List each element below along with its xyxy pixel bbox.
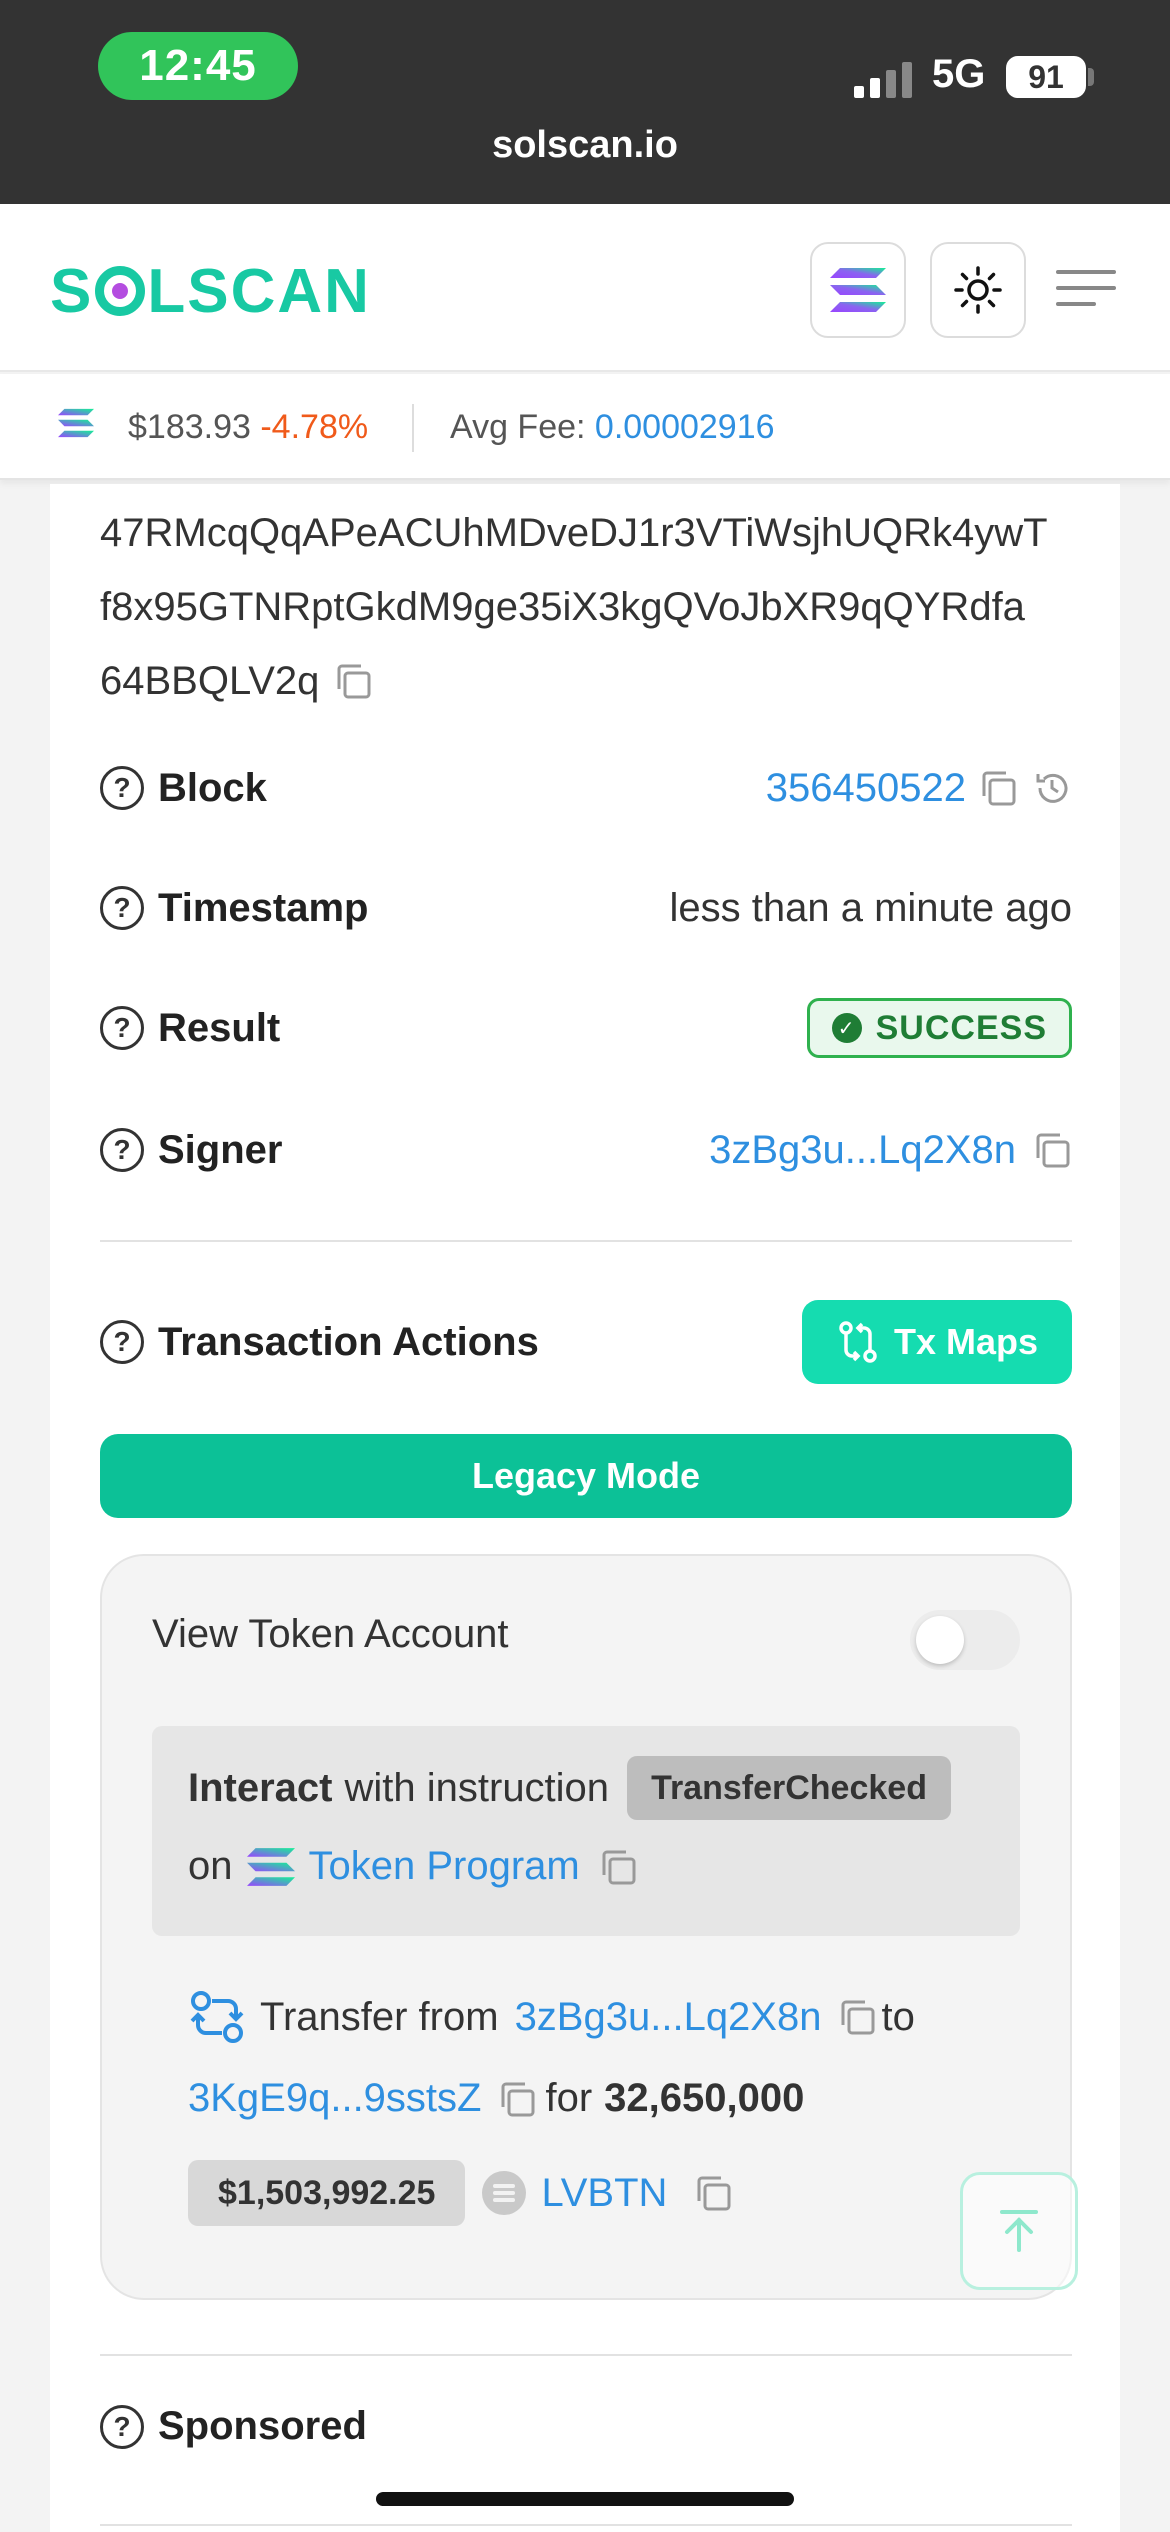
transfer-from-link[interactable]: 3zBg3u...Lq2X8n: [515, 1995, 822, 2040]
token-link[interactable]: LVBTN: [541, 2171, 667, 2216]
history-icon[interactable]: [1032, 768, 1072, 808]
timestamp-label: Timestamp: [158, 885, 369, 930]
copy-icon[interactable]: [837, 1997, 877, 2037]
signal-icon: [854, 62, 918, 98]
price-ticker: $183.93 -4.78% Avg Fee: 0.00002916: [0, 374, 1170, 480]
logo-text-left: S: [50, 257, 94, 326]
divider: [100, 2524, 1072, 2526]
hamburger-menu-icon[interactable]: [1056, 270, 1116, 310]
for-text: for: [545, 2076, 593, 2120]
with-instruction-text: with instruction: [344, 1765, 610, 1810]
transfer-line-2: 3KgE9q...9sstsZ for 32,650,000: [188, 2076, 804, 2121]
token-program-link[interactable]: Token Program: [309, 1844, 580, 1889]
ticker-divider: [412, 404, 414, 452]
status-badge: ✓ SUCCESS: [806, 998, 1072, 1058]
solscan-logo[interactable]: S LSCAN: [50, 256, 371, 327]
tx-maps-icon: [839, 1321, 877, 1363]
signer-link[interactable]: 3zBg3u...Lq2X8n: [709, 1128, 1016, 1173]
tx-maps-button[interactable]: Tx Maps: [802, 1300, 1072, 1384]
to-text: to: [881, 1994, 915, 2039]
status-text: SUCCESS: [875, 1008, 1047, 1047]
sponsored-section: ? Sponsored: [100, 2404, 367, 2449]
transaction-actions-header: ? Transaction Actions Tx Maps: [100, 1300, 1072, 1384]
browser-url[interactable]: solscan.io: [0, 124, 1170, 167]
instruction-badge: TransferChecked: [627, 1756, 951, 1820]
copy-icon[interactable]: [598, 1847, 638, 1887]
network-switch-button[interactable]: [810, 242, 906, 338]
signature-line: 64BBQLV2q: [100, 659, 320, 703]
transfer-amount: 32,650,000: [604, 2076, 805, 2120]
help-icon[interactable]: ?: [100, 1320, 144, 1364]
signer-row: ? Signer 3zBg3u...Lq2X8n: [100, 1120, 1072, 1180]
transaction-actions-title: Transaction Actions: [158, 1319, 539, 1364]
timestamp-row: ? Timestamp less than a minute ago: [100, 878, 1072, 938]
sol-price: $183.93 -4.78%: [128, 408, 368, 447]
usd-value-badge: $1,503,992.25: [188, 2160, 466, 2226]
view-token-account-toggle[interactable]: [910, 1610, 1020, 1670]
site-header: S LSCAN: [0, 204, 1170, 372]
timestamp-value: less than a minute ago: [669, 885, 1072, 930]
block-label: Block: [158, 765, 267, 810]
copy-icon[interactable]: [497, 2079, 537, 2119]
view-token-account-label: View Token Account: [152, 1612, 509, 1656]
copy-icon[interactable]: [1032, 1130, 1072, 1170]
logo-o-icon: [95, 266, 146, 316]
battery-icon: 91: [1006, 56, 1086, 98]
interact-label: Interact: [188, 1765, 333, 1810]
avg-fee-label: Avg Fee:: [450, 408, 586, 446]
home-indicator: [376, 2492, 794, 2506]
logo-text-right: LSCAN: [147, 257, 371, 326]
help-icon[interactable]: ?: [100, 1128, 144, 1172]
help-icon[interactable]: ?: [100, 766, 144, 810]
divider: [100, 1240, 1072, 1242]
battery-tip: [1088, 68, 1094, 86]
legacy-mode-button[interactable]: Legacy Mode: [100, 1434, 1072, 1518]
block-link[interactable]: 356450522: [766, 766, 966, 811]
sponsored-label: Sponsored: [158, 2404, 367, 2448]
sol-price-value: $183.93: [128, 408, 251, 446]
transfer-to-link[interactable]: 3KgE9q...9sstsZ: [188, 2076, 481, 2121]
network-type: 5G: [932, 52, 986, 96]
on-text: on: [188, 1844, 233, 1888]
signer-label: Signer: [158, 1127, 283, 1172]
transfer-line-1: Transfer from 3zBg3u...Lq2X8n to: [188, 1988, 915, 2046]
scroll-to-top-button[interactable]: [960, 2172, 1078, 2290]
copy-icon[interactable]: [333, 661, 373, 701]
help-icon[interactable]: ?: [100, 886, 144, 930]
instruction-box: Interact with instruction TransferChecke…: [152, 1726, 1020, 1936]
check-icon: ✓: [831, 1013, 862, 1043]
block-row: ? Block 356450522: [100, 758, 1072, 818]
sol-price-change: -4.78%: [260, 408, 369, 446]
sun-icon: [954, 266, 1002, 314]
copy-icon[interactable]: [978, 768, 1018, 808]
tx-maps-label: Tx Maps: [893, 1321, 1039, 1362]
help-icon[interactable]: ?: [100, 1006, 144, 1050]
help-icon[interactable]: ?: [100, 2404, 144, 2449]
avg-fee-value: 0.00002916: [594, 408, 775, 446]
transfer-from-text: Transfer from: [260, 1994, 499, 2039]
theme-toggle-button[interactable]: [930, 242, 1026, 338]
transfer-icon: [190, 1991, 244, 2043]
transaction-signature: 47RMcqQqAPeACUhMDveDJ1r3VTiWsjhUQRk4ywT …: [100, 496, 1100, 718]
transfer-line-3: $1,503,992.25 LVBTN: [188, 2160, 733, 2226]
avg-fee: Avg Fee: 0.00002916: [450, 408, 775, 447]
solana-icon: [246, 1847, 295, 1886]
signature-line: f8x95GTNRptGkdM9ge35iX3kgQVoJbXR9qQYRdfa: [100, 585, 1025, 629]
status-time: 12:45: [98, 32, 298, 100]
signature-line: 47RMcqQqAPeACUhMDveDJ1r3VTiWsjhUQRk4ywT: [100, 511, 1048, 555]
copy-icon[interactable]: [693, 2173, 733, 2213]
divider: [100, 2354, 1072, 2356]
toggle-knob: [916, 1616, 964, 1664]
token-icon: [482, 2171, 527, 2215]
arrow-up-icon: [1000, 2210, 1038, 2252]
result-label: Result: [158, 1005, 281, 1050]
solana-icon: [830, 268, 886, 312]
instruction-panel: View Token Account Interact with instruc…: [100, 1554, 1072, 2300]
status-bar: 12:45 5G 91 solscan.io: [0, 0, 1170, 204]
solana-icon: [58, 408, 94, 438]
result-row: ? Result ✓ SUCCESS: [100, 998, 1072, 1058]
